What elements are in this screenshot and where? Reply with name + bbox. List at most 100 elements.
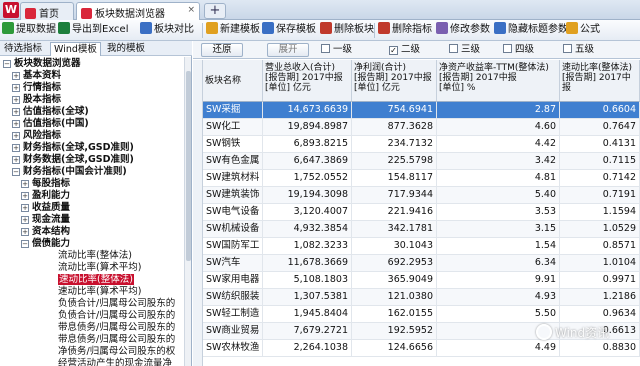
tree-item[interactable]: 速动比率(算术平均) bbox=[58, 286, 141, 298]
expand-node-icon[interactable]: + bbox=[12, 156, 20, 164]
toolbar-button-4[interactable]: 新建模板 bbox=[206, 22, 260, 39]
checkbox-checked-icon[interactable]: ✓ bbox=[389, 46, 398, 55]
tree-item[interactable]: 流动比率(算术平均) bbox=[58, 262, 141, 274]
table-row[interactable]: SW电气设备 3,120.4007 221.9416 3.53 1.1594 bbox=[203, 204, 640, 221]
collapse-node-icon[interactable]: − bbox=[12, 168, 20, 176]
tree-item-label: 财务指标(全球,GSD准则) bbox=[23, 142, 134, 153]
column-header-quick-ratio[interactable]: 速动比率(整体法) [报告期] 2017中报 bbox=[560, 60, 640, 102]
tree-item[interactable]: − 板块数据浏览器 bbox=[3, 58, 81, 70]
tab-home[interactable]: 首页 bbox=[20, 2, 74, 20]
tree-item[interactable]: + 股本指标 bbox=[12, 94, 61, 106]
level-checkbox-4[interactable]: 四级 bbox=[503, 44, 534, 56]
tree-scrollbar-thumb[interactable] bbox=[186, 71, 191, 261]
expand-node-icon[interactable]: + bbox=[21, 204, 29, 212]
table-row[interactable]: SW汽车 11,678.3669 692.2953 6.34 1.0104 bbox=[203, 255, 640, 272]
expand-node-icon[interactable]: + bbox=[21, 180, 29, 188]
tab-my-template[interactable]: 我的模板 bbox=[104, 42, 148, 56]
tree-item[interactable]: + 估值指标(全球) bbox=[12, 106, 89, 118]
tree-item[interactable]: 负债合计/归属母公司股东的 bbox=[58, 298, 175, 310]
table-row[interactable]: SW化工 19,894.8987 877.3628 4.60 0.7647 bbox=[203, 119, 640, 136]
tree-item[interactable]: + 财务指标(全球,GSD准则) bbox=[12, 142, 134, 154]
expand-node-icon[interactable]: + bbox=[12, 84, 20, 92]
tree-item[interactable]: + 财务数据(全球,GSD准则) bbox=[12, 154, 134, 166]
expand-node-icon[interactable]: + bbox=[12, 132, 20, 140]
expand-button[interactable]: 展开 bbox=[267, 43, 309, 57]
tree-item[interactable]: + 每股指标 bbox=[21, 178, 70, 190]
cell-sector-name: SW轻工制造 bbox=[203, 306, 263, 322]
tree-item[interactable]: − 财务指标(中国会计准则) bbox=[12, 166, 127, 178]
toolbar-button-6[interactable]: 删除板块 bbox=[320, 22, 374, 39]
expand-node-icon[interactable]: + bbox=[12, 96, 20, 104]
checkbox-unchecked-icon[interactable] bbox=[563, 44, 572, 53]
table-row[interactable]: SW国防军工 1,082.3233 30.1043 1.54 0.8571 bbox=[203, 238, 640, 255]
tree-scrollbar[interactable] bbox=[184, 57, 191, 366]
close-tab-icon[interactable]: × bbox=[187, 5, 195, 15]
cell-quick-ratio: 0.8830 bbox=[560, 340, 640, 356]
tab-candidate-indicators[interactable]: 待选指标 bbox=[1, 42, 45, 56]
tree-item[interactable]: 带息债务/归属母公司股东的 bbox=[58, 322, 175, 334]
collapse-node-icon[interactable]: − bbox=[21, 240, 29, 248]
table-row[interactable]: SW农林牧渔 2,264.1038 124.6656 4.49 0.8830 bbox=[203, 340, 640, 357]
level-checkbox-3[interactable]: 三级 bbox=[449, 44, 480, 56]
toolbar-button-5[interactable]: 保存模板 bbox=[262, 22, 316, 39]
toolbar-button-8[interactable]: 修改参数 bbox=[436, 22, 490, 39]
tree-item[interactable]: + 收益质量 bbox=[21, 202, 70, 214]
table-row[interactable]: SW家用电器 5,108.1803 365.9049 9.91 0.9971 bbox=[203, 272, 640, 289]
tree-item[interactable]: 带息债务/归属母公司股东的 bbox=[58, 334, 175, 346]
table-row[interactable]: SW轻工制造 1,945.8404 162.0155 5.50 0.9634 bbox=[203, 306, 640, 323]
toolbar-button-2[interactable]: 导出到Excel bbox=[58, 22, 129, 39]
tree-item[interactable]: + 估值指标(中国) bbox=[12, 118, 89, 130]
table-row[interactable]: SW建筑装饰 19,194.3098 717.9344 5.40 0.7191 bbox=[203, 187, 640, 204]
expand-node-icon[interactable]: + bbox=[12, 108, 20, 116]
tree-item[interactable]: + 基本资料 bbox=[12, 70, 61, 82]
toolbar-button-3[interactable]: 板块对比 bbox=[140, 22, 194, 39]
tree-item[interactable]: 经营活动产生的现金流量净 bbox=[58, 358, 172, 366]
expand-node-icon[interactable]: + bbox=[12, 144, 20, 152]
tree-item[interactable]: + 行情指标 bbox=[12, 82, 61, 94]
table-row[interactable]: SW钢铁 6,893.8215 234.7132 4.42 0.4131 bbox=[203, 136, 640, 153]
expand-node-icon[interactable]: + bbox=[12, 72, 20, 80]
tab-wind-template[interactable]: Wind模板 bbox=[50, 42, 101, 56]
table-row[interactable]: SW建筑材料 1,752.0552 154.8117 4.81 0.7142 bbox=[203, 170, 640, 187]
expand-node-icon[interactable]: + bbox=[21, 228, 29, 236]
tree-item[interactable]: 净债务/归属母公司股东的权 bbox=[58, 346, 175, 358]
collapse-node-icon[interactable]: − bbox=[3, 60, 11, 68]
table-row[interactable]: SW采掘 14,673.6639 754.6941 2.87 0.6604 bbox=[203, 102, 640, 119]
checkbox-unchecked-icon[interactable] bbox=[321, 44, 330, 53]
checkbox-unchecked-icon[interactable] bbox=[449, 44, 458, 53]
tree-item[interactable]: − 偿债能力 bbox=[21, 238, 70, 250]
column-header-sector-name[interactable]: 板块名称 bbox=[203, 60, 263, 102]
cell-quick-ratio: 1.0104 bbox=[560, 255, 640, 271]
expand-node-icon[interactable]: + bbox=[12, 120, 20, 128]
toolbar-button-9[interactable]: 隐藏标题参数 bbox=[494, 22, 568, 39]
tree-item[interactable]: 流动比率(整体法) bbox=[58, 250, 132, 262]
tree-item-selected[interactable]: 速动比率(整体法) bbox=[58, 274, 134, 286]
level-checkbox-5[interactable]: 五级 bbox=[563, 44, 594, 56]
level-checkbox-1[interactable]: 一级 bbox=[321, 44, 352, 56]
tree-item[interactable]: + 盈利能力 bbox=[21, 190, 70, 202]
restore-button[interactable]: 还原 bbox=[201, 43, 243, 57]
toolbar-button-label: 新建模板 bbox=[220, 24, 260, 35]
tree-item[interactable]: 负债合计/归属母公司股东的 bbox=[58, 310, 175, 322]
toolbar-button-7[interactable]: 删除指标 bbox=[378, 22, 432, 39]
column-header-roe-ttm[interactable]: 净资产收益率-TTM(整体法) [报告期] 2017中报 [单位] % bbox=[437, 60, 560, 102]
add-tab-button[interactable]: + bbox=[204, 3, 226, 19]
column-header-revenue[interactable]: 营业总收入(合计) [报告期] 2017中报 [单位] 亿元 bbox=[263, 60, 352, 102]
tab-sector-browser[interactable]: 板块数据浏览器 × bbox=[76, 2, 200, 20]
tree-item[interactable]: + 现金流量 bbox=[21, 214, 70, 226]
table-row[interactable]: SW有色金属 6,647.3869 225.5798 3.42 0.7115 bbox=[203, 153, 640, 170]
level-checkbox-2[interactable]: ✓ 二级 bbox=[389, 44, 420, 56]
tree-item[interactable]: + 资本结构 bbox=[21, 226, 70, 238]
tree-item[interactable]: + 风险指标 bbox=[12, 130, 61, 142]
cell-net-profit: 154.8117 bbox=[352, 170, 437, 186]
expand-node-icon[interactable]: + bbox=[21, 192, 29, 200]
table-row[interactable]: SW机械设备 4,932.3854 342.1781 3.15 1.0529 bbox=[203, 221, 640, 238]
toolbar-button-1[interactable]: 提取数据 bbox=[2, 22, 56, 39]
toolbar-button-10[interactable]: 公式 bbox=[566, 22, 600, 39]
expand-node-icon[interactable]: + bbox=[21, 216, 29, 224]
column-header-net-profit[interactable]: 净利润(合计) [报告期] 2017中报 [单位] 亿元 bbox=[352, 60, 437, 102]
cell-roe-ttm: 4.49 bbox=[437, 340, 560, 356]
cell-quick-ratio: 0.7115 bbox=[560, 153, 640, 169]
table-row[interactable]: SW纺织服装 1,307.5381 121.0380 4.93 1.2186 bbox=[203, 289, 640, 306]
checkbox-unchecked-icon[interactable] bbox=[503, 44, 512, 53]
